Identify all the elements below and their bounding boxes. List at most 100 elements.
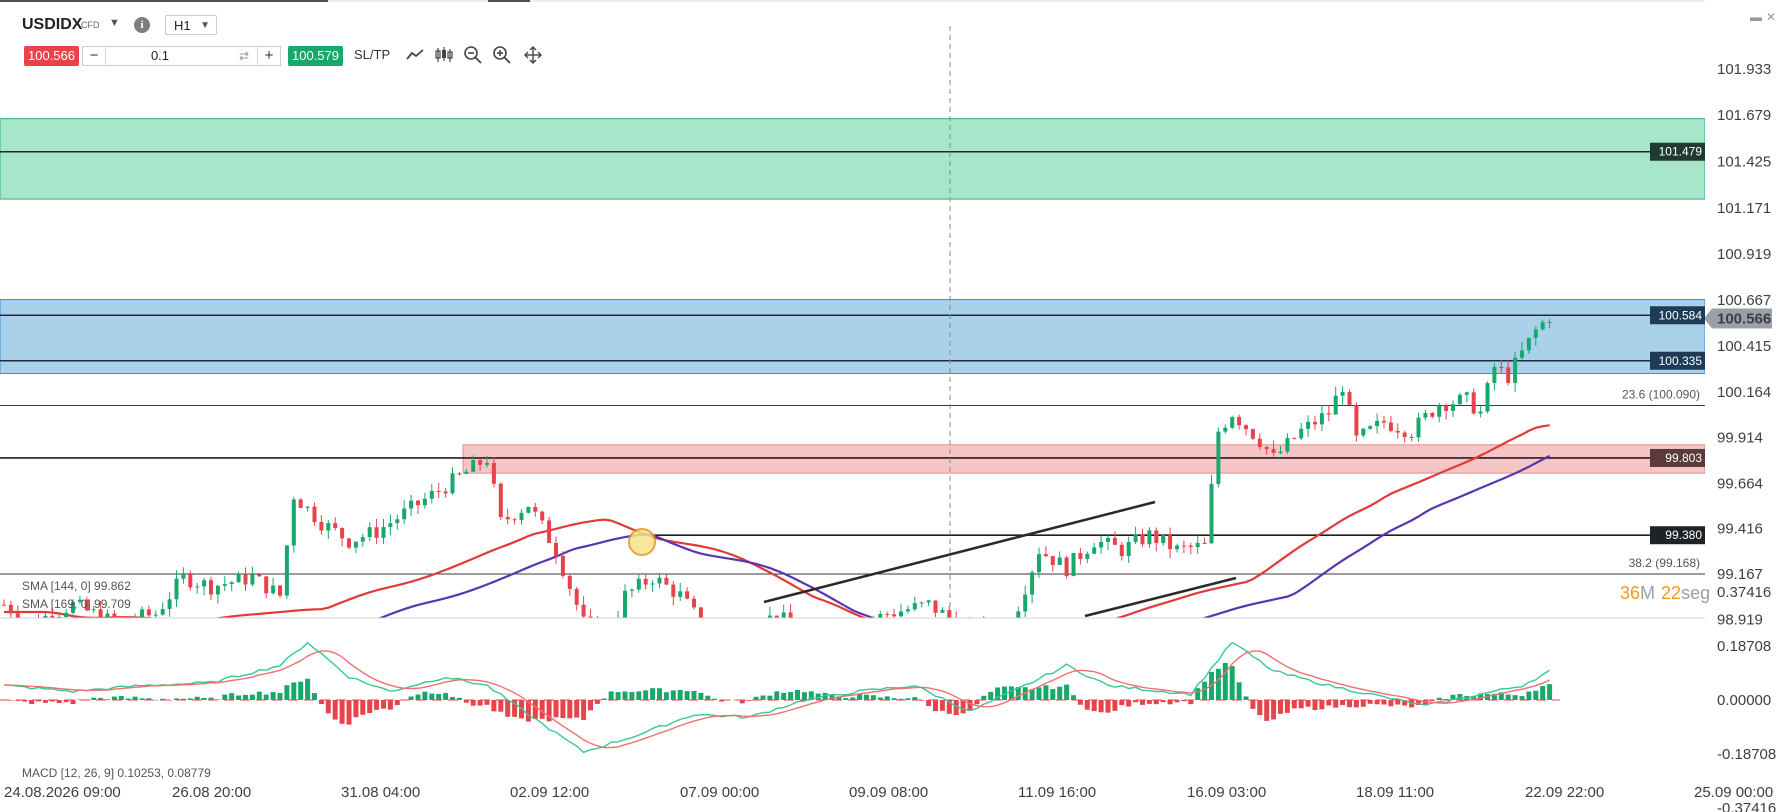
date-tick-label: 16.09 03:00 bbox=[1187, 784, 1266, 801]
candle bbox=[692, 595, 696, 610]
candle-body bbox=[878, 614, 883, 618]
candle-body bbox=[1430, 413, 1435, 417]
date-tick-label: 18.09 11:00 bbox=[1356, 784, 1434, 801]
candle-body bbox=[560, 555, 565, 576]
candle-body bbox=[1230, 417, 1235, 428]
candle bbox=[754, 630, 758, 641]
candle-body bbox=[1395, 430, 1400, 433]
candle-body bbox=[30, 620, 34, 621]
macd-histogram-bar bbox=[1195, 688, 1201, 700]
candle bbox=[969, 616, 971, 618]
candle bbox=[284, 544, 289, 599]
candle bbox=[1119, 541, 1124, 561]
candle-body bbox=[1112, 537, 1117, 545]
minimize-icon[interactable]: ▬ bbox=[1750, 10, 1762, 24]
candle-body bbox=[160, 608, 165, 615]
increase-button[interactable]: + bbox=[257, 47, 280, 65]
macd-histogram-bar bbox=[1540, 686, 1546, 700]
candle bbox=[195, 582, 200, 594]
candles-icon[interactable] bbox=[433, 44, 455, 66]
candle bbox=[996, 622, 1000, 637]
candle bbox=[899, 603, 903, 618]
candle-body bbox=[1133, 534, 1138, 542]
candle bbox=[774, 615, 779, 618]
candle-body bbox=[1085, 553, 1090, 559]
candle bbox=[796, 621, 800, 638]
date-tick-label: 25.09 00:00 bbox=[1694, 784, 1773, 801]
macd-histogram-bar bbox=[622, 691, 628, 700]
zoom-out-icon[interactable] bbox=[462, 44, 484, 66]
macd-histogram-bar bbox=[870, 695, 876, 700]
candle-body bbox=[222, 584, 227, 586]
candle bbox=[629, 588, 634, 598]
candle bbox=[443, 488, 448, 498]
candle-body bbox=[1271, 449, 1276, 453]
quantity-stepper[interactable]: − 0.1 ⇄ + bbox=[82, 46, 281, 66]
macd-histogram-bar bbox=[1319, 700, 1325, 710]
candle-body bbox=[174, 578, 179, 600]
candle bbox=[236, 571, 241, 583]
candle-body bbox=[8, 604, 13, 614]
symbol-name[interactable]: USDIDX bbox=[22, 16, 82, 34]
macd-histogram-bar bbox=[243, 694, 248, 700]
swap-icon[interactable]: ⇄ bbox=[233, 47, 255, 65]
candle-body bbox=[650, 583, 655, 585]
move-icon[interactable] bbox=[522, 44, 544, 66]
candle bbox=[498, 482, 503, 521]
candle-body bbox=[1333, 395, 1338, 415]
candle-body bbox=[706, 627, 710, 634]
candle bbox=[57, 612, 62, 618]
chevron-down-icon[interactable]: ▼ bbox=[109, 17, 120, 29]
timeframe-value: H1 bbox=[174, 18, 191, 33]
date-tick-label: 26.08 20:00 bbox=[172, 784, 251, 801]
candle bbox=[215, 585, 220, 604]
candle bbox=[1471, 388, 1476, 415]
macd-histogram-bar bbox=[249, 694, 255, 700]
macd-histogram-bar bbox=[1533, 690, 1539, 700]
macd-histogram-bar bbox=[42, 700, 48, 703]
timeframe-select[interactable]: H1 ▼ bbox=[165, 15, 217, 35]
candle-body bbox=[2, 604, 6, 606]
candle bbox=[174, 570, 179, 608]
candle bbox=[24, 617, 26, 618]
candle bbox=[1299, 422, 1304, 440]
candle bbox=[388, 514, 393, 536]
resistance-zone-upper bbox=[0, 118, 1706, 200]
candle bbox=[250, 566, 255, 587]
info-icon[interactable]: i bbox=[134, 17, 150, 33]
candle-body bbox=[167, 599, 172, 609]
candle-body bbox=[526, 506, 531, 513]
macd-histogram-bar bbox=[339, 700, 345, 724]
candle bbox=[574, 586, 579, 611]
macd-histogram-bar bbox=[429, 693, 435, 700]
candle-body bbox=[1223, 427, 1228, 432]
countdown-seconds: 22 bbox=[1661, 583, 1681, 603]
candle bbox=[733, 629, 737, 641]
price-chart[interactable]: 101.933 101.679 101.425 101.171 100.919 100.6… bbox=[0, 0, 1792, 812]
candle bbox=[698, 606, 703, 618]
candle-body bbox=[1444, 405, 1449, 411]
candle bbox=[623, 584, 627, 618]
macd-histogram-bar bbox=[1084, 700, 1090, 710]
candle-body bbox=[505, 517, 510, 520]
candle-body bbox=[1195, 542, 1200, 548]
candle bbox=[146, 605, 151, 618]
price-tick-label: 99.416 bbox=[1717, 521, 1763, 538]
close-icon[interactable]: ✕ bbox=[1766, 10, 1776, 24]
zoom-in-icon[interactable] bbox=[491, 44, 513, 66]
macd-histogram-bar bbox=[70, 700, 76, 705]
macd-histogram-bar bbox=[353, 700, 359, 718]
candle bbox=[816, 626, 820, 635]
line-chart-icon[interactable] bbox=[404, 44, 426, 66]
candle-body bbox=[1030, 572, 1035, 595]
decrease-button[interactable]: − bbox=[83, 47, 106, 65]
buy-price-button[interactable]: 100.579 bbox=[288, 46, 343, 66]
countdown-minutes: 36 bbox=[1620, 583, 1640, 603]
sell-price-button[interactable]: 100.566 bbox=[24, 46, 79, 66]
candle bbox=[837, 628, 841, 651]
level-label: 100.584 bbox=[1659, 308, 1703, 322]
candle bbox=[271, 577, 276, 595]
sltp-button[interactable]: SL/TP bbox=[354, 47, 390, 62]
candle-body bbox=[209, 580, 213, 595]
quantity-input[interactable]: 0.1 bbox=[105, 47, 215, 65]
